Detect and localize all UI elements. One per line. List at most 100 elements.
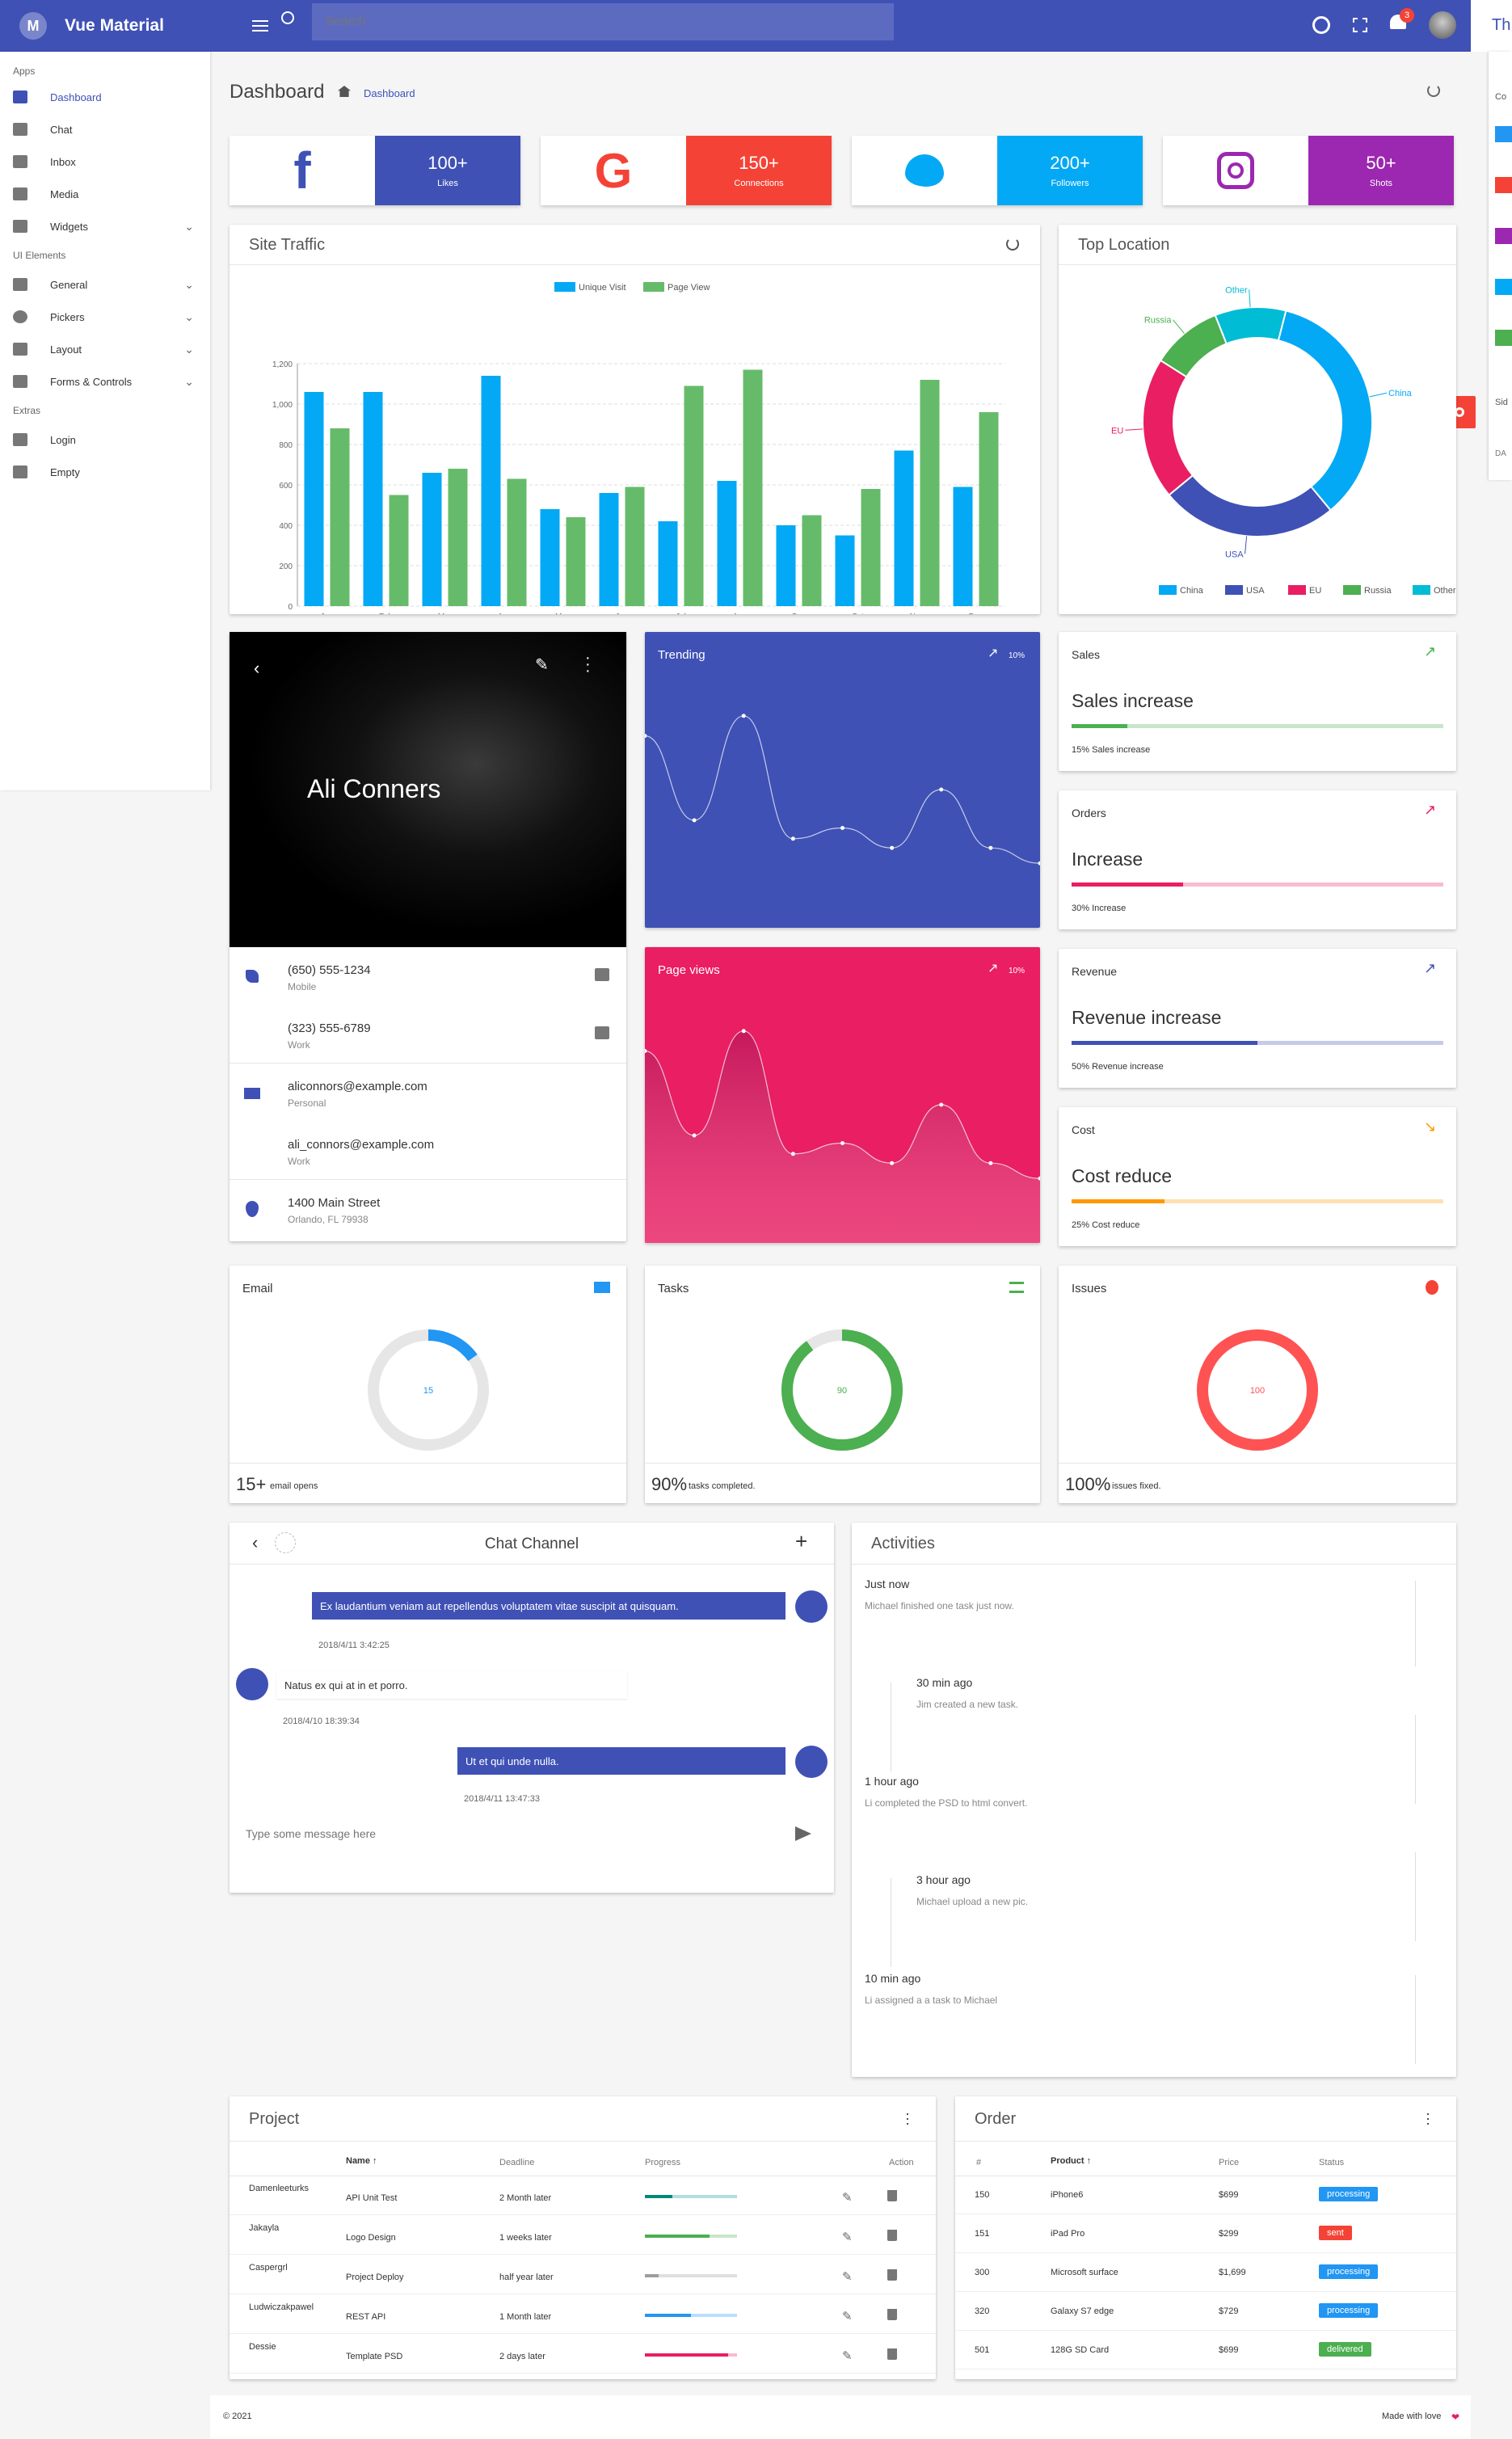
bar-unique-visit[interactable]	[658, 521, 678, 606]
slice-eu[interactable]	[1142, 359, 1194, 496]
bar-page-view[interactable]	[861, 489, 881, 606]
sidebar-item-widgets[interactable]: Widgets ⌄	[0, 210, 210, 242]
slice-usa[interactable]	[1168, 474, 1332, 537]
bar-page-view[interactable]	[566, 517, 586, 606]
delete-icon[interactable]	[887, 2309, 897, 2320]
refresh-icon[interactable]	[1006, 238, 1019, 251]
more-vert-icon[interactable]: · · ·	[905, 2106, 910, 2130]
table-row[interactable]: 151 iPad Pro $299 sent	[955, 2214, 1456, 2253]
bar-unique-visit[interactable]	[894, 450, 914, 607]
bar-page-view[interactable]	[743, 369, 763, 607]
data-point[interactable]	[790, 836, 795, 841]
data-point[interactable]	[939, 1102, 944, 1107]
table-row[interactable]: Dessie Template PSD 2 days later ✎	[230, 2334, 936, 2374]
bar-unique-visit[interactable]	[599, 493, 619, 606]
back-icon[interactable]: ‹	[254, 658, 259, 679]
data-point[interactable]	[741, 1029, 746, 1034]
bar-unique-visit[interactable]	[953, 487, 973, 607]
slice-china[interactable]	[1277, 310, 1373, 512]
more-vert-icon[interactable]: · · ·	[585, 650, 591, 679]
add-icon[interactable]: +	[795, 1529, 807, 1554]
table-row[interactable]: 320 Galaxy S7 edge $729 processing	[955, 2292, 1456, 2331]
table-header-name[interactable]: Name ↑	[346, 2156, 377, 2166]
menu-icon[interactable]	[252, 19, 268, 33]
data-point[interactable]	[692, 1133, 697, 1138]
data-point[interactable]	[692, 818, 697, 823]
sidebar-item-pickers[interactable]: Pickers ⌄	[0, 301, 210, 333]
contact-item[interactable]: (323) 555-6789 Work	[230, 1005, 626, 1064]
theme-swatch[interactable]	[1495, 177, 1512, 193]
theme-swatch[interactable]	[1495, 126, 1512, 142]
bar-unique-visit[interactable]	[304, 392, 324, 606]
slice-other[interactable]	[1214, 306, 1287, 345]
table-row[interactable]: 501 128G SD Card $699 delivered	[955, 2331, 1456, 2369]
chat-message-input[interactable]	[246, 1822, 771, 1846]
message-icon[interactable]	[595, 968, 609, 981]
github-icon[interactable]	[1312, 16, 1330, 34]
delete-icon[interactable]	[887, 2230, 897, 2241]
refresh-icon[interactable]	[1427, 84, 1440, 97]
table-row[interactable]: Jakayla Logo Design 1 weeks later ✎	[230, 2215, 936, 2255]
bar-unique-visit[interactable]	[363, 392, 383, 606]
message-icon[interactable]	[595, 1026, 609, 1039]
more-vert-icon[interactable]: · · ·	[1426, 2106, 1430, 2130]
data-point[interactable]	[840, 826, 844, 830]
bar-unique-visit[interactable]	[835, 535, 855, 607]
sidebar-item-empty[interactable]: Empty	[0, 456, 210, 488]
table-row[interactable]: 300 Microsoft surface $1,699 processing	[955, 2253, 1456, 2292]
bar-page-view[interactable]	[330, 428, 350, 606]
theme-swatch[interactable]	[1495, 279, 1512, 295]
data-point[interactable]	[890, 845, 895, 850]
data-point[interactable]	[741, 714, 746, 718]
theme-swatch[interactable]	[1495, 228, 1512, 244]
table-header-product[interactable]: Product ↑	[1051, 2156, 1091, 2166]
table-row[interactable]: Ludwiczakpawel REST API 1 Month later ✎	[230, 2294, 936, 2334]
contact-item[interactable]: aliconnors@example.com Personal	[230, 1064, 626, 1122]
data-point[interactable]	[840, 1141, 844, 1145]
sidebar-item-dashboard[interactable]: Dashboard	[0, 81, 210, 113]
sidebar-item-login[interactable]: Login	[0, 423, 210, 456]
data-point[interactable]	[890, 1161, 895, 1165]
bar-unique-visit[interactable]	[481, 376, 501, 606]
edit-icon[interactable]: ✎	[842, 2190, 853, 2205]
bar-unique-visit[interactable]	[540, 509, 560, 606]
avatar[interactable]	[1429, 11, 1456, 39]
delete-icon[interactable]	[887, 2348, 897, 2360]
bar-page-view[interactable]	[507, 478, 527, 607]
send-icon[interactable]	[795, 1826, 811, 1841]
edit-icon[interactable]: ✎	[842, 2309, 853, 2323]
table-row[interactable]: Caspergrl Project Deploy half year later…	[230, 2255, 936, 2294]
breadcrumb[interactable]: Dashboard	[364, 87, 415, 99]
delete-icon[interactable]	[887, 2269, 897, 2281]
data-point[interactable]	[939, 787, 944, 792]
sidebar-item-inbox[interactable]: Inbox	[0, 145, 210, 178]
sidebar-item-chat[interactable]: Chat	[0, 113, 210, 145]
delete-icon[interactable]	[887, 2190, 897, 2201]
data-point[interactable]	[988, 1161, 993, 1165]
sidebar-item-forms[interactable]: Forms & Controls ⌄	[0, 365, 210, 398]
table-row[interactable]: Damenleeturks API Unit Test 2 Month late…	[230, 2176, 936, 2215]
bar-unique-visit[interactable]	[717, 481, 737, 606]
edit-icon[interactable]: ✎	[842, 2230, 853, 2244]
bar-page-view[interactable]	[389, 495, 409, 607]
sidebar-item-media[interactable]: Media	[0, 178, 210, 210]
edit-icon[interactable]: ✎	[842, 2348, 853, 2363]
search-input[interactable]	[312, 3, 894, 40]
theme-swatch[interactable]	[1495, 330, 1512, 346]
bar-page-view[interactable]	[979, 412, 999, 606]
bar-page-view[interactable]	[448, 469, 468, 606]
edit-icon[interactable]: ✎	[842, 2269, 853, 2284]
data-point[interactable]	[988, 845, 993, 850]
sidebar-item-layout[interactable]: Layout ⌄	[0, 333, 210, 365]
data-point[interactable]	[790, 1152, 795, 1156]
contact-item[interactable]: ali_connors@example.com Work	[230, 1122, 626, 1180]
bar-page-view[interactable]	[625, 487, 645, 607]
contact-item[interactable]: 1400 Main Street Orlando, FL 79938	[230, 1180, 626, 1238]
sidebar-item-general[interactable]: General ⌄	[0, 268, 210, 301]
bar-page-view[interactable]	[684, 385, 704, 607]
notifications-icon[interactable]: 3	[1390, 8, 1414, 34]
bar-unique-visit[interactable]	[422, 473, 442, 606]
table-row[interactable]: 150 iPhone6 $699 processing	[955, 2176, 1456, 2214]
data-point[interactable]	[1038, 861, 1041, 866]
data-point[interactable]	[645, 734, 647, 738]
